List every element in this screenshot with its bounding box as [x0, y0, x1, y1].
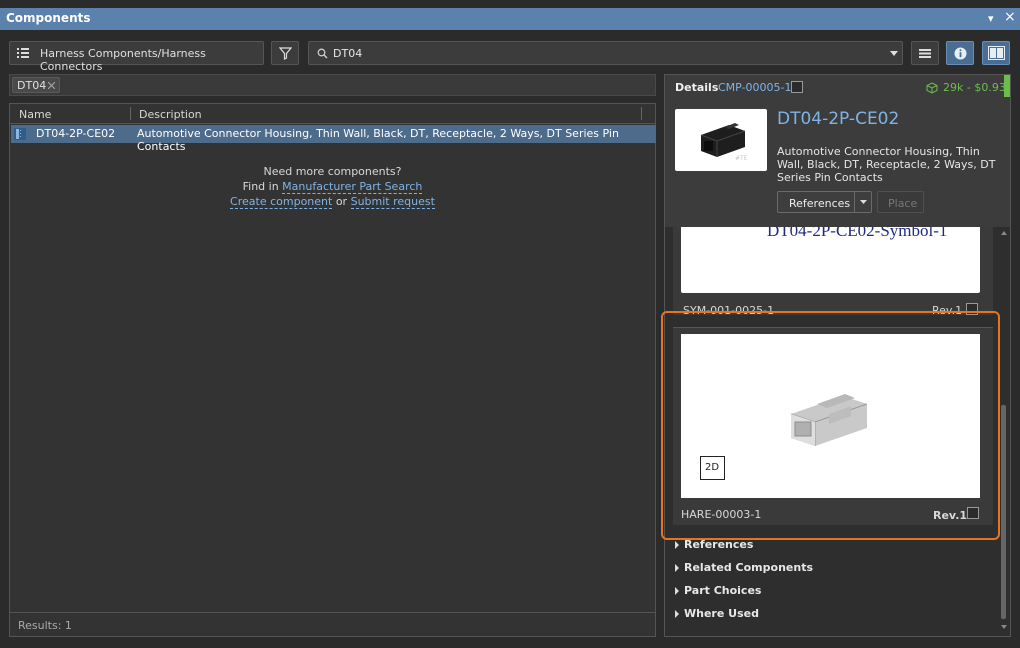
results-count: Results: 1	[18, 619, 72, 632]
table-row[interactable]: DT04-2P-CE02 Automotive Connector Housin…	[11, 125, 656, 153]
chip-close-icon[interactable]	[48, 82, 55, 89]
section-label: References	[684, 538, 754, 551]
section-where-used[interactable]: Where Used	[675, 607, 759, 620]
model-preview: 2D	[681, 334, 980, 498]
section-references[interactable]: References	[675, 538, 753, 551]
symbol-rev: Rev.1	[932, 304, 963, 317]
symbol-card: DT04-2P-CE02-Symbol-1 SYM-001-0025-1 Rev…	[673, 227, 993, 317]
place-button-label: Place	[888, 197, 918, 210]
cube-icon	[926, 82, 938, 94]
details-scrollbar[interactable]	[1000, 231, 1008, 631]
symbol-checkbox[interactable]	[966, 303, 978, 315]
symbol-id: SYM-001-0025-1	[683, 304, 775, 317]
status-bar: Results: 1	[10, 612, 655, 636]
component-thumbnail: #TE	[675, 109, 767, 171]
panel-title: Components	[6, 11, 91, 25]
split-layout-icon	[988, 46, 1005, 60]
grid-header: Name Description	[10, 104, 655, 124]
connector-3d-image	[790, 394, 868, 446]
create-component-link[interactable]: Create component	[230, 195, 333, 209]
view-badge-label: 2D	[705, 462, 720, 473]
chevron-down-icon[interactable]	[890, 51, 898, 56]
model-id: HARE-00003-1	[681, 508, 762, 521]
filter-chip-label: DT04	[17, 79, 47, 92]
column-header-description[interactable]: Description	[139, 108, 202, 121]
or-text: or	[335, 195, 348, 208]
row-name: DT04-2P-CE02	[36, 127, 116, 140]
section-label: Part Choices	[684, 584, 762, 597]
section-part-choices[interactable]: Part Choices	[675, 584, 761, 597]
component-summary: #TE DT04-2P-CE02 Automotive Connector Ho…	[665, 101, 1010, 227]
model-checkbox[interactable]	[967, 507, 979, 519]
row-description: Automotive Connector Housing, Thin Wall,…	[137, 127, 619, 153]
layout-toggle-button[interactable]	[982, 41, 1010, 65]
section-related-components[interactable]: Related Components	[675, 561, 813, 574]
stock-indicator	[1004, 75, 1010, 97]
component-id[interactable]: CMP-00005-1	[718, 81, 792, 94]
library-selector-button[interactable]: Harness Components/Harness Connectors	[9, 41, 264, 73]
stock-price: 29k - $0.93	[943, 81, 1006, 94]
submit-request-link[interactable]: Submit request	[350, 195, 435, 209]
symbol-text: DT04-2P-CE02-Symbol-1	[767, 227, 948, 240]
more-components-text: Need more components?	[263, 165, 402, 178]
details-label: Details	[675, 81, 719, 94]
library-path-label: Harness Components/Harness Connectors	[40, 47, 206, 73]
details-header: Details CMP-00005-1 29k - $0.93	[665, 75, 1010, 101]
scrollbar-thumb[interactable]	[1001, 405, 1006, 619]
section-label: Related Components	[684, 561, 813, 574]
thumbnail-logo: #TE	[735, 155, 748, 162]
hamburger-icon	[919, 49, 931, 58]
component-row-icon	[14, 128, 26, 140]
details-panel: Details CMP-00005-1 29k - $0.93 #TE DT04…	[664, 74, 1011, 637]
list-icon	[17, 48, 29, 58]
filter-chip[interactable]: DT04	[12, 77, 60, 93]
references-button[interactable]: References	[777, 191, 872, 213]
column-header-name[interactable]: Name	[19, 108, 51, 121]
info-icon	[954, 47, 967, 60]
details-scroll-area: DT04-2P-CE02-Symbol-1 SYM-001-0025-1 Rev…	[665, 227, 1010, 636]
filter-chip-bar: DT04	[9, 74, 656, 96]
menu-button[interactable]	[911, 41, 939, 65]
symbol-preview: DT04-2P-CE02-Symbol-1	[681, 227, 980, 293]
find-in-text: Find in	[242, 180, 279, 193]
pin-dropdown-icon[interactable]: ▾	[988, 12, 994, 25]
more-components-block: Need more components? Find in Manufactur…	[10, 164, 655, 209]
part-description: Automotive Connector Housing, Thin Wall,…	[777, 145, 996, 184]
view-2d-badge[interactable]: 2D	[700, 456, 725, 480]
funnel-icon	[279, 47, 292, 60]
section-label: Where Used	[684, 607, 759, 620]
model-rev: Rev.1	[933, 509, 968, 522]
scroll-up-icon[interactable]	[1001, 231, 1007, 235]
scroll-down-icon[interactable]	[1001, 625, 1007, 629]
references-button-label: References	[789, 197, 851, 210]
panel-titlebar: Components ▾ ×	[0, 0, 1020, 36]
chevron-down-icon[interactable]	[860, 200, 867, 204]
manufacturer-part-search-link[interactable]: Manufacturer Part Search	[282, 180, 423, 194]
components-grid: Name Description DT04-2P-CE02 Automotive…	[9, 103, 656, 637]
close-icon[interactable]: ×	[1004, 9, 1016, 25]
filter-button[interactable]	[271, 41, 299, 65]
select-checkbox[interactable]	[791, 81, 803, 93]
details-toggle-button[interactable]	[946, 41, 974, 65]
search-input[interactable]: DT04	[308, 41, 903, 65]
model-card: 2D HARE-00003-1 Rev.1	[673, 327, 993, 525]
place-button[interactable]: Place	[877, 191, 924, 213]
magnifier-icon	[317, 48, 328, 59]
search-value: DT04	[333, 47, 363, 60]
part-name: DT04-2P-CE02	[777, 109, 900, 129]
